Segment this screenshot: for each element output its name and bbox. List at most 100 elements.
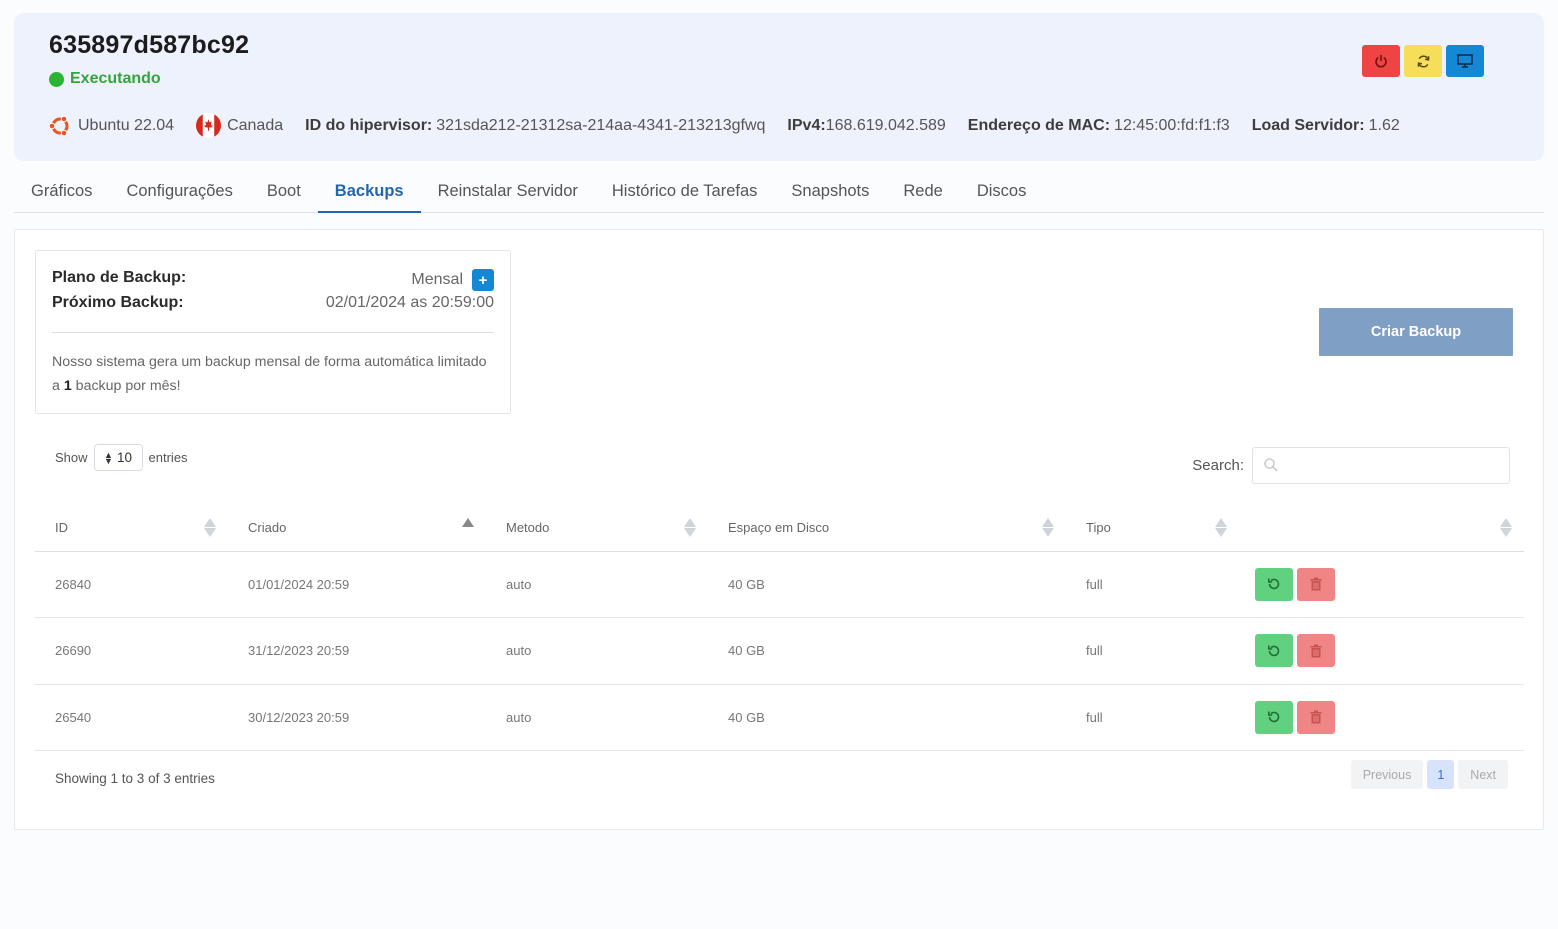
server-header: 635897d587bc92 Executando Ubuntu 22.04 C… — [14, 13, 1544, 161]
load-value: 1.62 — [1368, 116, 1400, 134]
table-row: 26540 30/12/2023 20:59 auto 40 GB full — [35, 684, 1524, 751]
cell-type: full — [1066, 551, 1239, 618]
create-backup-button[interactable]: Criar Backup — [1319, 308, 1513, 356]
ipv4-label: IPv4: — [787, 116, 826, 134]
sort-asc-icon — [462, 518, 474, 537]
pagination: Previous 1 Next — [1350, 760, 1508, 789]
tab-discos[interactable]: Discos — [960, 170, 1044, 213]
hypervisor-info: ID do hipervisor: 321sda212-21312sa-214a… — [305, 117, 765, 135]
backup-plan-value: Mensal — [411, 271, 463, 288]
restore-button[interactable] — [1255, 567, 1293, 601]
cell-method: auto — [486, 551, 708, 618]
next-backup-row: Próximo Backup: 02/01/2024 as 20:59:00 — [52, 294, 494, 312]
sort-icon — [204, 518, 216, 537]
ipv4-info: IPv4: 168.619.042.589 — [787, 117, 945, 135]
cell-actions — [1239, 617, 1524, 685]
cell-type: full — [1066, 617, 1239, 685]
previous-page-button[interactable]: Previous — [1350, 760, 1424, 789]
column-label: Espaço em Disco — [728, 520, 830, 536]
restore-button[interactable] — [1255, 634, 1293, 668]
restore-button[interactable] — [1255, 700, 1293, 734]
restore-icon — [1268, 711, 1280, 723]
trash-icon — [1310, 710, 1322, 724]
cell-space: 40 GB — [708, 617, 1066, 685]
cell-space: 40 GB — [708, 551, 1066, 618]
cell-space: 40 GB — [708, 684, 1066, 751]
cell-actions — [1239, 684, 1524, 751]
sort-icon — [1042, 518, 1054, 537]
delete-button[interactable] — [1297, 567, 1335, 601]
cell-id: 26840 — [35, 551, 228, 618]
cell-method: auto — [486, 617, 708, 685]
refresh-icon — [1417, 54, 1429, 68]
search-input[interactable] — [1252, 447, 1510, 484]
cell-type: full — [1066, 684, 1239, 751]
next-backup-value: 02/01/2024 as 20:59:00 — [325, 294, 494, 311]
show-entries: Show ▲ ▼ 10 entries — [55, 444, 188, 471]
hypervisor-value: 321sda212-21312sa-214aa-4341-213213gfwq — [436, 116, 766, 134]
cell-method: auto — [486, 684, 708, 751]
restore-icon — [1268, 645, 1280, 656]
tab-bar: Gráficos Configurações Boot Backups Rein… — [14, 170, 1544, 213]
server-meta: Ubuntu 22.04 Canada ID do hipervisor: 32… — [48, 113, 1422, 138]
restart-button[interactable] — [1404, 45, 1442, 77]
trash-icon — [1310, 644, 1322, 658]
table-row: 26840 01/01/2024 20:59 auto 40 GB full — [35, 551, 1524, 618]
table-search: Search: — [1192, 447, 1510, 484]
os-label: Ubuntu 22.04 — [78, 116, 175, 134]
change-plan-button[interactable]: + — [472, 269, 494, 291]
power-icon — [1375, 55, 1387, 68]
column-header-criado[interactable]: Criado — [228, 505, 486, 552]
column-header-metodo[interactable]: Metodo — [486, 505, 708, 552]
cell-created: 01/01/2024 20:59 — [228, 551, 486, 618]
divider — [52, 332, 494, 333]
tab-graficos[interactable]: Gráficos — [14, 170, 109, 213]
load-label: Load Servidor: — [1251, 116, 1365, 134]
server-name: 635897d587bc92 — [49, 31, 250, 59]
ipv4-value: 168.619.042.589 — [825, 116, 946, 134]
mac-info: Endereço de MAC: 12:45:00:fd:f1:f3 — [968, 117, 1230, 135]
updown-icon: ▲ ▼ — [104, 449, 113, 466]
ubuntu-icon — [48, 114, 72, 138]
backup-plan-label: Plano de Backup: — [52, 269, 187, 286]
delete-button[interactable] — [1297, 634, 1335, 668]
table-header-row: ID Criado Metodo Espaço em Disco Tipo — [35, 505, 1524, 552]
console-button[interactable] — [1446, 45, 1484, 77]
backup-plan-card: Plano de Backup: Mensal + Próximo Backup… — [35, 250, 511, 414]
tab-boot[interactable]: Boot — [250, 170, 318, 213]
server-actions — [1362, 45, 1484, 77]
column-header-tipo[interactable]: Tipo — [1066, 505, 1239, 552]
tab-backups[interactable]: Backups — [317, 170, 421, 213]
server-status: Executando — [49, 70, 161, 88]
search-icon — [1263, 457, 1279, 477]
tab-snapshots[interactable]: Snapshots — [774, 170, 886, 213]
cell-created: 31/12/2023 20:59 — [228, 617, 486, 685]
trash-icon — [1310, 577, 1322, 591]
tab-reinstalar-servidor[interactable]: Reinstalar Servidor — [421, 170, 595, 213]
backup-plan-row: Plano de Backup: Mensal + — [52, 269, 494, 291]
next-page-button[interactable]: Next — [1458, 760, 1508, 789]
column-label: Metodo — [506, 520, 550, 536]
power-button[interactable] — [1362, 45, 1400, 77]
desc-text-2: backup por mês! — [71, 378, 181, 394]
tab-rede[interactable]: Rede — [886, 170, 959, 213]
canada-flag-icon — [196, 113, 222, 138]
sort-icon — [684, 518, 696, 537]
status-dot-icon — [49, 71, 64, 87]
page-1-button[interactable]: 1 — [1427, 760, 1455, 789]
os-info: Ubuntu 22.04 — [48, 114, 174, 138]
column-header-id[interactable]: ID — [35, 505, 228, 552]
column-header-espaco[interactable]: Espaço em Disco — [708, 505, 1066, 552]
delete-button[interactable] — [1297, 700, 1335, 734]
mac-label: Endereço de MAC: — [967, 116, 1111, 134]
mac-value: 12:45:00:fd:f1:f3 — [1114, 116, 1230, 134]
tab-historico-de-tarefas[interactable]: Histórico de Tarefas — [595, 170, 775, 213]
location-label: Canada — [227, 116, 284, 134]
entries-label: entries — [148, 450, 188, 465]
column-header-actions[interactable] — [1239, 505, 1524, 552]
status-label: Executando — [70, 70, 161, 87]
tab-configuracoes[interactable]: Configurações — [109, 170, 249, 213]
cell-id: 26690 — [35, 617, 228, 685]
column-label: ID — [55, 520, 68, 536]
page-length-select[interactable]: ▲ ▼ 10 — [93, 444, 143, 471]
